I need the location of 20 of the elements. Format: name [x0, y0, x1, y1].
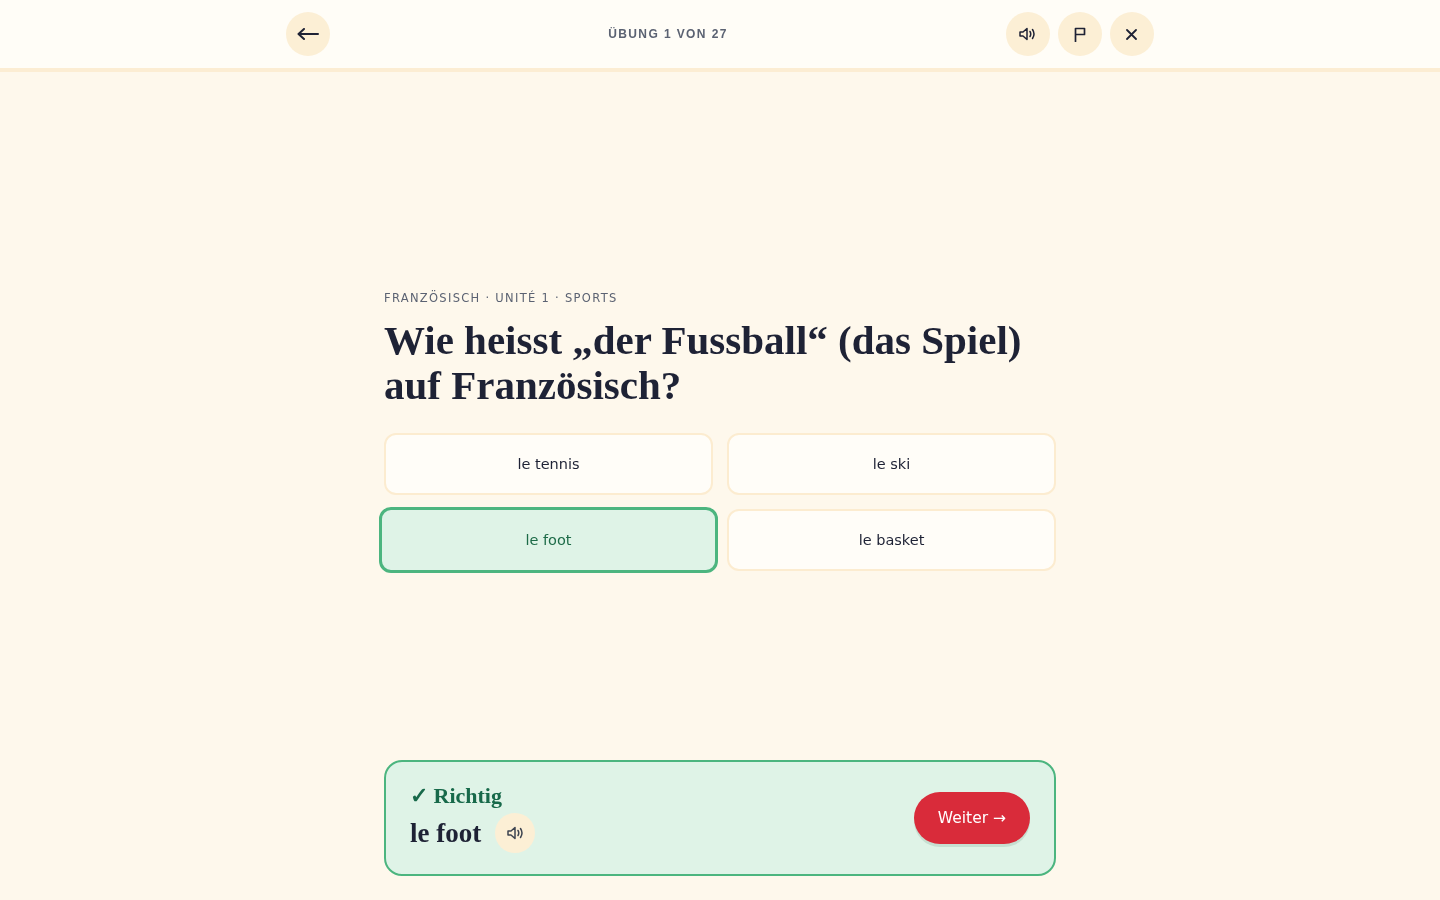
close-icon	[1126, 28, 1138, 40]
close-button[interactable]	[1110, 12, 1154, 56]
answer-option[interactable]: le ski	[727, 433, 1056, 495]
speaker-icon	[506, 826, 524, 840]
play-audio-button[interactable]	[495, 813, 536, 853]
answer-option[interactable]: le foot	[379, 507, 718, 573]
answer-option[interactable]: le basket	[727, 509, 1056, 571]
continue-button[interactable]: Weiter →	[913, 792, 1030, 844]
arrow-left-icon	[297, 28, 319, 40]
sound-button[interactable]	[1006, 12, 1050, 56]
answer-option[interactable]: le tennis	[384, 433, 713, 495]
back-button[interactable]	[286, 12, 330, 56]
result-title: ✓ Richtig	[410, 783, 503, 809]
progress-label: ÜBUNG 1 VON 27	[608, 27, 728, 41]
question-title: Wie heisst „der Fussball“ (das Spiel) auf Französisch?	[384, 318, 1023, 408]
answer-text: le foot	[410, 817, 482, 850]
breadcrumb-text: FRANZÖSISCH · UNITÉ 1 · SPORTS	[384, 290, 619, 306]
speaker-icon	[1019, 27, 1037, 41]
flag-button[interactable]	[1058, 12, 1102, 56]
flag-icon	[1074, 26, 1086, 42]
